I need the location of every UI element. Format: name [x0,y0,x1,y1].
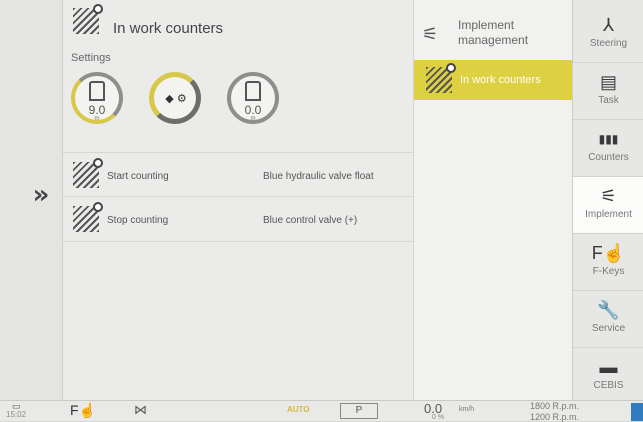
expand-chevron-icon[interactable]: » [28,180,54,210]
nav-item-implement[interactable]: ⚟ Implement [573,177,643,234]
nav-item-cebis[interactable]: ▬ CEBIS [573,348,643,400]
hatch-icon [73,158,103,188]
implement-icon: ⚟ [600,186,617,206]
dial-value: 9.0 [88,103,106,117]
nav-label: Counters [588,152,629,163]
blue-status-button[interactable] [631,403,643,421]
hydraulic-valve-icon: ◆ ⚙ [165,93,187,105]
nav-label: CEBIS [593,380,624,391]
counters-icon: ▮▮▮ [598,132,619,146]
park-indicator: P [340,403,378,419]
nav-item-fkeys[interactable]: F☝ F-Keys [573,234,643,291]
status-bar: ▭ 15:02 F☝ ⋈ AUTO P 0.0 km/h 0 % 1800 R.… [0,400,643,422]
submenu-item-label: In work counters [460,74,541,86]
submenu-item-label: Implement management [458,18,529,47]
steering-icon: ⅄ [603,15,614,35]
submenu-item-implement-management[interactable]: ⚟ Implement management [414,10,572,58]
speed-unit: km/h [459,406,475,413]
submenu-panel: ⚟ Implement management In work counters [413,0,572,400]
wrench-icon: 🔧 [597,300,620,320]
row-value: Blue control valve (+) [263,215,358,226]
right-nav: ⅄ Steering ▤ Task ▮▮▮ Counters ⚟ Impleme… [572,0,643,400]
headland-icon[interactable]: ⋈ [134,402,147,418]
nav-label: Implement [585,209,632,220]
left-rail: » [0,0,62,400]
row-label: Stop counting [107,215,169,226]
settings-label: Settings [71,52,111,64]
hatch-icon [73,4,103,34]
hatch-icon [73,202,103,232]
page-title: In work counters [113,20,224,37]
dial-unit: m [250,116,256,122]
nav-label: Service [591,323,626,334]
working-width-dial[interactable]: 9.0 m [71,72,123,124]
auto-indicator: AUTO [287,405,310,414]
row-label: Start counting [107,171,169,182]
row-value: Blue hydraulic valve float [263,171,374,182]
dial-value: 0.0 [244,103,262,117]
nav-item-counters[interactable]: ▮▮▮ Counters [573,120,643,177]
fkeys-icon: F☝ [591,243,626,263]
nav-label: Task [598,95,619,106]
nav-label: F-Keys [592,266,625,277]
fkeys-icon[interactable]: F☝ [70,402,96,419]
lift-icon [245,81,261,101]
nav-item-task[interactable]: ▤ Task [573,63,643,120]
pto-rpm: 1200 R.p.m. [530,412,580,422]
monitor-icon: ▬ [599,357,618,377]
hatch-icon [426,63,456,93]
engine-rpm: 1800 R.p.m. [530,401,580,411]
implement-icon: ⚟ [422,24,439,44]
submenu-item-in-work-counters[interactable]: In work counters [414,60,572,100]
main-panel: In work counters Settings 9.0 m ◆ ⚙ 0.0 … [62,0,414,400]
hydraulic-valve-dial[interactable]: ◆ ⚙ [149,72,201,124]
start-counting-row[interactable]: Start counting Blue hydraulic valve floa… [63,152,414,197]
distance-dial[interactable]: 0.0 m [227,72,279,124]
implement-raise-icon [89,81,105,101]
stop-counting-row[interactable]: Stop counting Blue control valve (+) [63,196,414,242]
nav-label: Steering [589,38,628,49]
task-icon: ▤ [599,72,617,92]
nav-item-service[interactable]: 🔧 Service [573,291,643,348]
clock-time: 15:02 [6,410,27,419]
nav-item-steering[interactable]: ⅄ Steering [573,6,643,63]
dial-unit: m [94,116,100,122]
